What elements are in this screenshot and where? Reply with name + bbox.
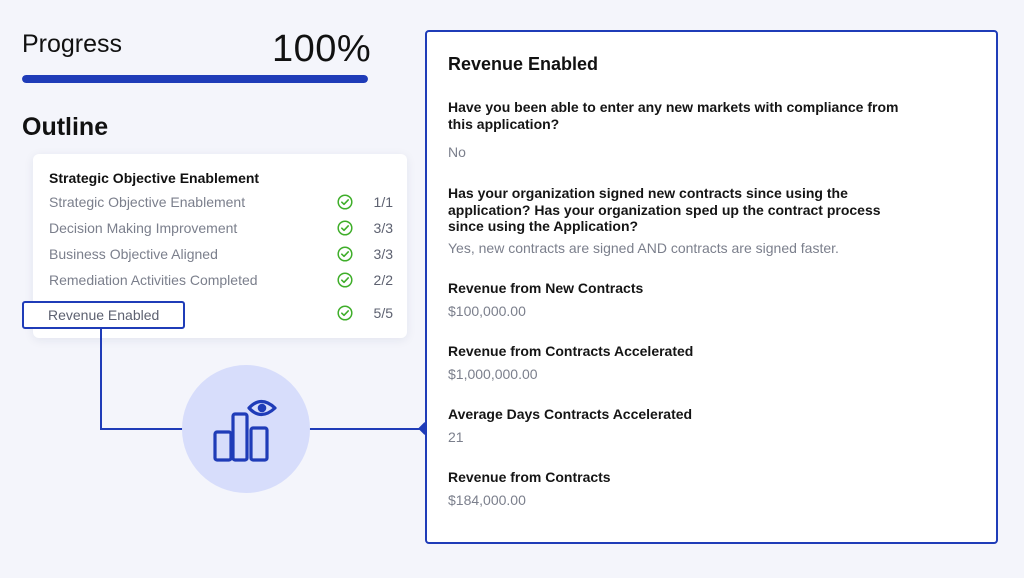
- answer-new-contracts: Yes, new contracts are signed AND contra…: [448, 240, 839, 256]
- answer-new-markets: No: [448, 144, 466, 160]
- question-new-markets: Have you been able to enter any new mark…: [448, 99, 899, 132]
- value-average-days-accelerated: 21: [448, 429, 464, 445]
- value-revenue-new-contracts: $100,000.00: [448, 303, 526, 319]
- value-revenue-from-contracts: $184,000.00: [448, 492, 526, 508]
- question-new-contracts: Has your organization signed new contrac…: [448, 185, 881, 234]
- label-revenue-from-contracts: Revenue from Contracts: [448, 469, 611, 485]
- panel-title: Revenue Enabled: [448, 54, 599, 74]
- label-revenue-contracts-accelerated: Revenue from Contracts Accelerated: [448, 343, 694, 359]
- label-revenue-new-contracts: Revenue from New Contracts: [448, 280, 644, 296]
- value-revenue-contracts-accelerated: $1,000,000.00: [448, 366, 538, 382]
- analytics-eye-icon: [213, 399, 277, 462]
- label-average-days-accelerated: Average Days Contracts Accelerated: [448, 406, 693, 422]
- analytics-icon-badge: [182, 365, 310, 493]
